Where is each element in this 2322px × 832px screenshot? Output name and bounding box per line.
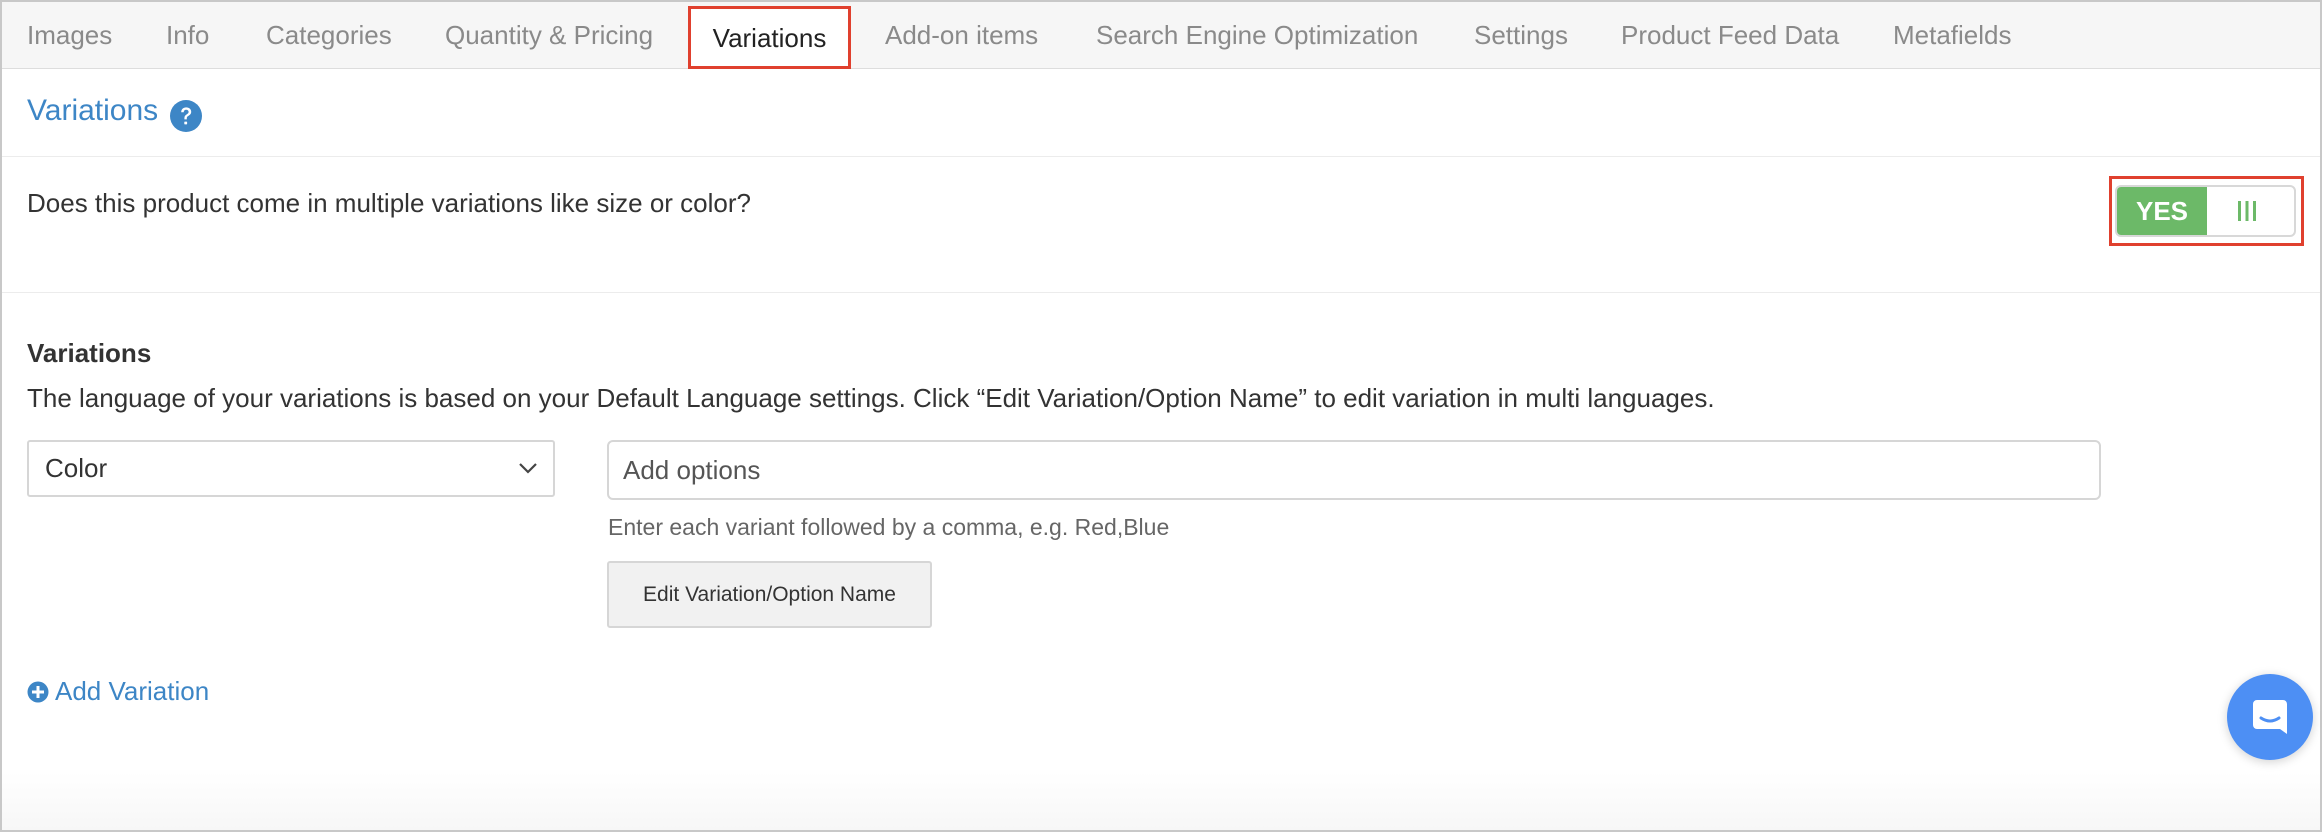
chat-launcher-button[interactable] bbox=[2227, 674, 2313, 760]
tab-bar: Images Info Categories Quantity & Pricin… bbox=[2, 2, 2320, 69]
divider bbox=[2, 292, 2320, 293]
tab-metafields[interactable]: Metafields bbox=[1893, 2, 2012, 69]
add-variation-label: Add Variation bbox=[55, 676, 210, 706]
product-editor-panel: Images Info Categories Quantity & Pricin… bbox=[0, 0, 2322, 832]
tab-seo[interactable]: Search Engine Optimization bbox=[1096, 2, 1418, 69]
section-title: Variations bbox=[27, 94, 159, 127]
variations-toggle[interactable]: YES bbox=[2115, 185, 2296, 237]
variations-heading: Variations bbox=[27, 338, 152, 368]
options-hint: Enter each variant followed by a comma, … bbox=[608, 514, 1170, 540]
tab-images[interactable]: Images bbox=[27, 2, 112, 69]
add-variation-link[interactable]: Add Variation bbox=[27, 676, 209, 707]
variation-type-value: Color bbox=[45, 453, 108, 483]
edit-variation-name-button[interactable]: Edit Variation/Option Name bbox=[607, 561, 932, 628]
chat-bubble-icon bbox=[2253, 700, 2287, 734]
question-circle-icon[interactable] bbox=[169, 99, 203, 133]
chevron-down-icon bbox=[519, 463, 537, 474]
tab-settings[interactable]: Settings bbox=[1474, 2, 1568, 69]
tab-product-feed-data[interactable]: Product Feed Data bbox=[1621, 2, 1839, 69]
plus-circle-icon bbox=[27, 681, 49, 702]
variation-type-select[interactable]: Color bbox=[27, 440, 555, 497]
add-options-input[interactable] bbox=[607, 440, 2101, 500]
tab-quantity-pricing[interactable]: Quantity & Pricing bbox=[445, 2, 653, 69]
multiple-variations-question: Does this product come in multiple varia… bbox=[27, 188, 751, 218]
tab-info[interactable]: Info bbox=[166, 2, 209, 69]
toggle-grip-icon bbox=[2238, 201, 2256, 221]
variations-description: The language of your variations is based… bbox=[27, 383, 1715, 413]
tab-categories[interactable]: Categories bbox=[266, 2, 392, 69]
divider bbox=[2, 156, 2320, 157]
tab-add-on-items[interactable]: Add-on items bbox=[885, 2, 1038, 69]
tab-variations[interactable]: Variations bbox=[688, 6, 851, 69]
footer-shade bbox=[2, 772, 2320, 830]
toggle-yes-label: YES bbox=[2117, 187, 2207, 235]
